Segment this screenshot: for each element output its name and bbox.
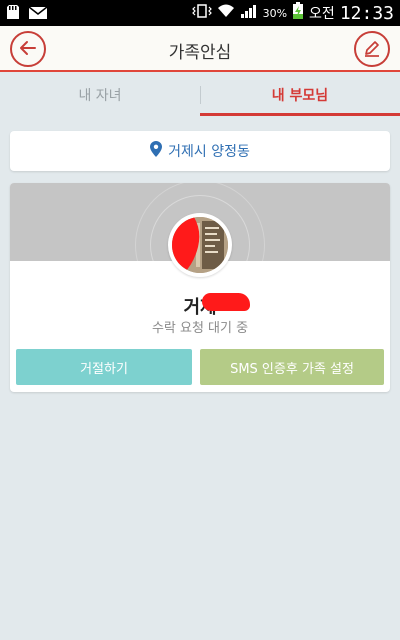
avatar (172, 217, 228, 273)
clock-ampm: 오전 (309, 6, 335, 22)
status-bar-right: 30% 오전 12:33 (191, 2, 394, 24)
member-name: 거제 (183, 297, 217, 318)
tab-my-parents[interactable]: 내 부모님 (200, 74, 400, 116)
status-bar: 30% 오전 12:33 (0, 0, 400, 26)
location-bar[interactable]: 거제시 양정동 (10, 131, 390, 171)
vibrate-icon (191, 3, 212, 23)
pencil-icon (362, 38, 382, 61)
app-header: 가족안심 (0, 26, 400, 72)
clock-time: 12:33 (339, 2, 394, 24)
avatar-frame (168, 213, 232, 277)
battery-percent: 30% (262, 6, 288, 20)
tab-bar: 내 자녀 내 부모님 (0, 74, 400, 116)
member-status: 수락 요청 대기 중 (151, 321, 249, 336)
member-card: 거제 수락 요청 대기 중 거절하기 SMS 인증후 가족 설정 (10, 183, 390, 392)
location-text: 거제시 양정동 (168, 144, 250, 160)
sms-verify-button[interactable]: SMS 인증후 가족 설정 (200, 349, 384, 385)
redaction-mark (202, 293, 250, 311)
mail-icon (28, 5, 48, 24)
map-pin-icon (150, 141, 163, 161)
battery-charging-icon (292, 2, 304, 24)
edit-button[interactable] (354, 31, 390, 67)
wifi-icon (217, 3, 235, 23)
tab-my-children[interactable]: 내 자녀 (0, 74, 200, 116)
decline-button[interactable]: 거절하기 (16, 349, 192, 385)
signal-icon (240, 3, 258, 23)
sd-card-icon (6, 4, 20, 24)
status-bar-left (6, 4, 48, 24)
page-title: 가족안심 (168, 43, 232, 63)
